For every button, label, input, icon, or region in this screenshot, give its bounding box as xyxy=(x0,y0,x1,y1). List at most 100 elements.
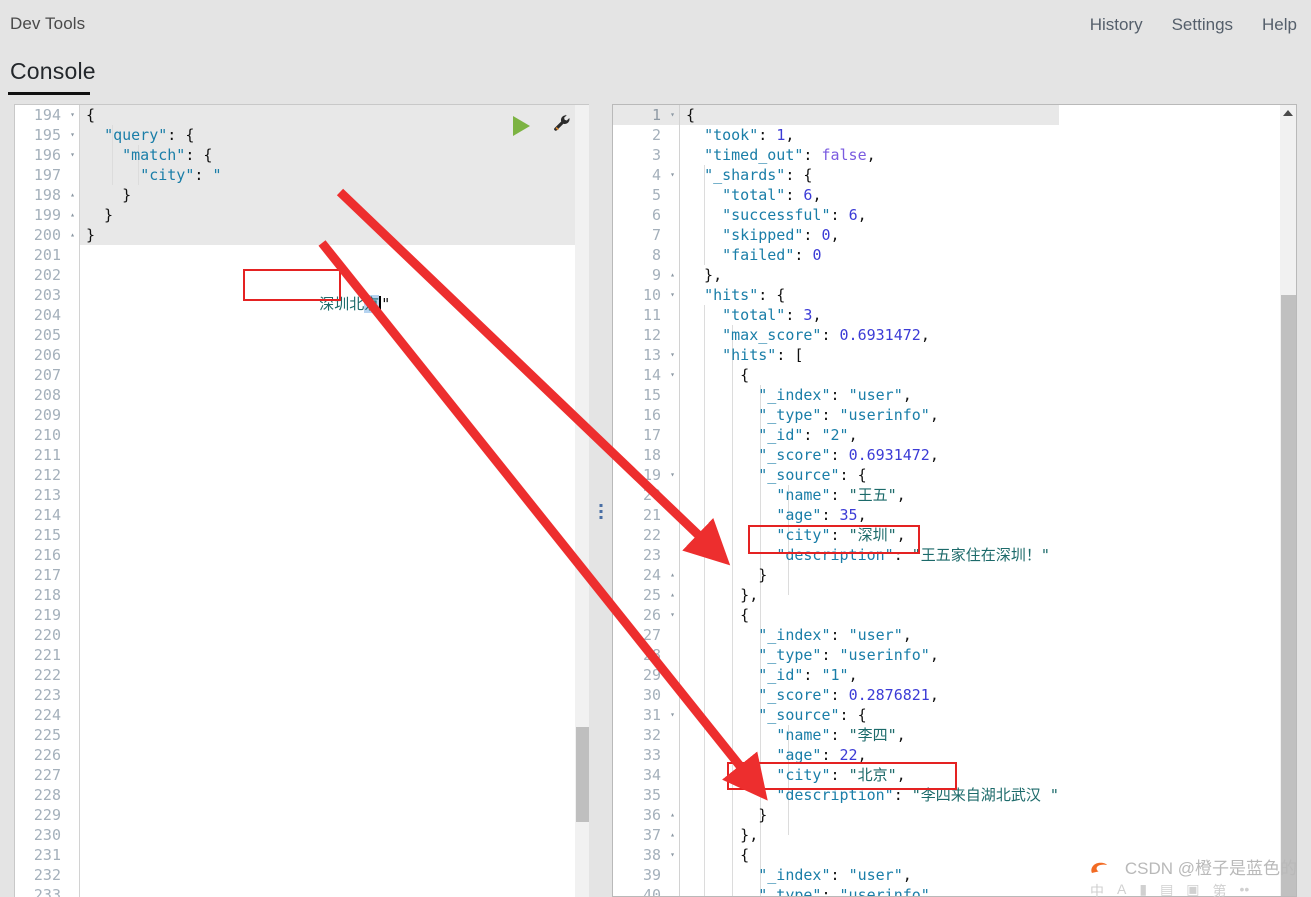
code-line: "_type": "userinfo" xyxy=(680,885,1059,896)
line-number: 194 ▾ xyxy=(33,105,75,125)
code-token: : xyxy=(803,146,822,164)
wrench-button[interactable] xyxy=(549,113,575,139)
app-brand: Dev Tools xyxy=(10,14,86,33)
code-token: : { xyxy=(185,146,213,164)
line-number: 22 xyxy=(642,526,661,544)
line-number: 204 xyxy=(33,306,61,324)
code-line: "age": 35, xyxy=(680,505,1059,525)
code-line: } xyxy=(680,805,1059,825)
line-number: 231 xyxy=(33,846,61,864)
query-city-input[interactable]: 深圳北京 " xyxy=(247,274,390,334)
line-number: 208 xyxy=(33,386,61,404)
code-token: , xyxy=(848,666,858,684)
fold-toggle-icon[interactable]: ▾ xyxy=(665,705,675,725)
nav-item-settings[interactable]: Settings xyxy=(1172,15,1233,35)
run-query-button[interactable] xyxy=(509,113,535,139)
pane-splitter[interactable] xyxy=(589,104,612,897)
code-token: : xyxy=(830,626,849,644)
code-line: "_shards": { xyxy=(680,165,1059,185)
fold-toggle-icon[interactable]: ▴ xyxy=(665,565,675,585)
code-line: "timed_out": false, xyxy=(680,145,1059,165)
code-token: , xyxy=(896,526,906,544)
taskbar-icon: ▤ xyxy=(1160,881,1174,897)
line-number: 26 ▾ xyxy=(642,605,675,625)
code-line: "successful": 6, xyxy=(680,205,1059,225)
fold-toggle-icon[interactable]: ▴ xyxy=(65,205,75,225)
code-token: { xyxy=(686,606,750,624)
code-token: 35 xyxy=(839,506,858,524)
fold-toggle-icon[interactable]: ▴ xyxy=(665,265,675,285)
code-token: , xyxy=(830,226,840,244)
fold-toggle-icon[interactable]: ▾ xyxy=(665,845,675,865)
fold-toggle-icon[interactable]: ▴ xyxy=(65,225,75,245)
fold-toggle-icon[interactable]: ▾ xyxy=(665,365,675,385)
line-number: 5 xyxy=(651,186,661,204)
response-viewer-pane[interactable]: 1 ▾ 2 3 4 ▾ 5 6 7 8 9 ▴ 10 ▾ 11 12 13 ▾ 14 ▾ 15 16 17 18 19 ▾ 20 21… xyxy=(612,104,1297,897)
code-token: "city" xyxy=(140,166,195,184)
wrench-icon xyxy=(552,114,572,138)
code-line: { xyxy=(80,105,221,125)
code-token: "max_score" xyxy=(722,326,822,344)
code-token: , xyxy=(929,686,939,704)
top-bar: Dev Tools History Settings Help xyxy=(0,6,1311,48)
request-scrollbar-thumb[interactable] xyxy=(576,727,589,822)
code-token: "_type" xyxy=(758,646,822,664)
dev-tools-console-window: Dev Tools History Settings Help Console … xyxy=(0,0,1311,897)
code-token: } xyxy=(686,806,768,824)
nav-item-history[interactable]: History xyxy=(1090,15,1143,35)
nav-item-help[interactable]: Help xyxy=(1262,15,1297,35)
request-code-area[interactable]: { "query": { "match": { "city": " } }} xyxy=(79,105,589,897)
taskbar-icon: ▮ xyxy=(1139,881,1148,897)
response-code-area[interactable]: { "took": 1, "timed_out": false, "_shard… xyxy=(679,105,1283,896)
line-number: 29 xyxy=(642,666,661,684)
fold-toggle-icon[interactable]: ▾ xyxy=(65,125,75,145)
fold-toggle-icon[interactable]: ▾ xyxy=(665,285,675,305)
line-number: 207 xyxy=(33,366,61,384)
request-vertical-scrollbar[interactable] xyxy=(575,105,589,897)
fold-toggle-icon[interactable]: ▾ xyxy=(665,165,675,185)
code-token: "王五家住在深圳！" xyxy=(911,546,1050,564)
line-number: 24 ▴ xyxy=(642,565,675,585)
fold-toggle-icon[interactable]: ▴ xyxy=(665,825,675,845)
code-token: "name" xyxy=(776,486,831,504)
fold-toggle-icon[interactable]: ▾ xyxy=(65,145,75,165)
fold-toggle-icon[interactable]: ▾ xyxy=(665,605,675,625)
code-token: , xyxy=(902,866,912,884)
line-number: 227 xyxy=(33,766,61,784)
line-number: 225 xyxy=(33,726,61,744)
fold-toggle-icon[interactable]: ▾ xyxy=(665,105,675,125)
code-token: "query" xyxy=(104,126,168,144)
fold-toggle-icon[interactable]: ▴ xyxy=(665,585,675,605)
request-editor-pane[interactable]: 194 ▾ 195 ▾ 196 ▾ 197 198 ▴ 199 ▴ 200 ▴ 201 202 203 204 2… xyxy=(14,104,589,897)
code-token: , xyxy=(896,726,906,744)
code-token: : xyxy=(830,486,849,504)
fold-toggle-icon[interactable]: ▾ xyxy=(665,345,675,365)
code-token: "took" xyxy=(704,126,759,144)
fold-toggle-icon[interactable]: ▴ xyxy=(65,185,75,205)
code-token: : xyxy=(821,406,840,424)
response-scrollbar-thumb[interactable] xyxy=(1281,295,1296,896)
code-line: "_source": { xyxy=(680,465,1059,485)
code-token: "skipped" xyxy=(722,226,804,244)
fold-toggle-icon[interactable]: ▾ xyxy=(665,465,675,485)
code-line: }, xyxy=(680,265,1059,285)
scroll-up-arrow-icon[interactable] xyxy=(1283,110,1293,116)
code-token: "_source" xyxy=(758,466,840,484)
fold-toggle-icon[interactable]: ▾ xyxy=(65,105,75,125)
fold-toggle-icon[interactable]: ▴ xyxy=(665,805,675,825)
page-title-underline xyxy=(8,92,90,95)
response-vertical-scrollbar[interactable] xyxy=(1280,105,1296,896)
